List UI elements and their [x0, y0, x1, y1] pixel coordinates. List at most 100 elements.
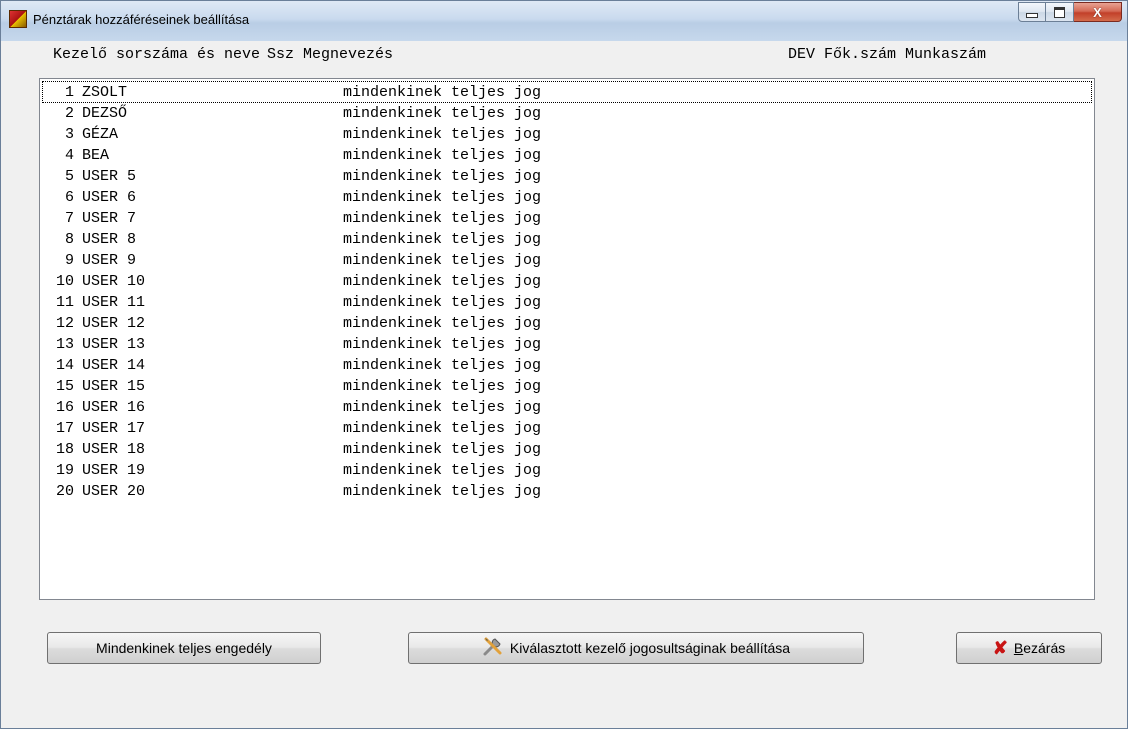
rights-description: mindenkinek teljes jog — [343, 357, 542, 374]
all-rights-button[interactable]: Mindenkinek teljes engedély — [47, 632, 321, 664]
operator-number: 11 — [55, 294, 74, 311]
list-item[interactable]: 14 USER 14 mindenkinek teljes jog — [50, 356, 541, 376]
operator-name: USER 15 — [82, 378, 146, 395]
header-operator: Kezelő sorszáma és neve — [53, 46, 261, 63]
focus-rectangle — [42, 81, 1092, 103]
list-item[interactable]: 4 BEA mindenkinek teljes jog — [50, 146, 541, 166]
close-label: Bezárás — [1013, 640, 1066, 656]
operator-number: 15 — [55, 378, 74, 395]
operator-number: 16 — [55, 399, 74, 416]
rights-description: mindenkinek teljes jog — [343, 378, 542, 395]
operator-number: 7 — [64, 210, 74, 227]
operator-name: BEA — [82, 147, 110, 164]
operator-number: 17 — [55, 420, 74, 437]
maximize-button[interactable] — [1046, 2, 1074, 22]
list-item[interactable]: 13 USER 13 mindenkinek teljes jog — [50, 335, 541, 355]
operator-name: USER 20 — [82, 483, 146, 500]
set-selected-label: Kiválasztott kezelő jogosultságinak beál… — [509, 640, 791, 656]
list-item[interactable]: 19 USER 19 mindenkinek teljes jog — [50, 461, 541, 481]
rights-description: mindenkinek teljes jog — [343, 126, 542, 143]
maximize-icon — [1054, 6, 1065, 18]
operator-number: 5 — [64, 168, 74, 185]
list-item[interactable]: 6 USER 6 mindenkinek teljes jog — [50, 188, 541, 208]
operator-list[interactable]: 1 ZSOLT mindenkinek teljes jog 2 DEZSŐ minden… — [39, 78, 1095, 600]
list-item[interactable]: 18 USER 18 mindenkinek teljes jog — [50, 440, 541, 460]
operator-number: 1 — [64, 84, 74, 101]
rights-description: mindenkinek teljes jog — [343, 336, 542, 353]
operator-number: 12 — [55, 315, 74, 332]
list-item[interactable]: 2 DEZSŐ mindenkinek teljes jog — [50, 104, 541, 124]
operator-number: 14 — [55, 357, 74, 374]
operator-name: USER 12 — [82, 315, 146, 332]
rights-description: mindenkinek teljes jog — [343, 252, 542, 269]
operator-name: USER 16 — [82, 399, 146, 416]
list-item[interactable]: 9 USER 9 mindenkinek teljes jog — [50, 251, 541, 271]
operator-number: 10 — [55, 273, 74, 290]
operator-name: USER 10 — [82, 273, 146, 290]
operator-name: USER 18 — [82, 441, 146, 458]
operator-name: USER 14 — [82, 357, 146, 374]
close-icon: X — [1093, 4, 1102, 20]
operator-number: 3 — [64, 126, 74, 143]
header-dev-account: DEV Fők.szám Munkaszám — [788, 46, 987, 63]
rights-description: mindenkinek teljes jog — [343, 273, 542, 290]
operator-name: USER 5 — [82, 168, 137, 185]
operator-name: USER 17 — [82, 420, 146, 437]
rights-description: mindenkinek teljes jog — [343, 315, 542, 332]
operator-number: 9 — [64, 252, 74, 269]
operator-name: USER 7 — [82, 210, 137, 227]
rights-description: mindenkinek teljes jog — [343, 462, 542, 479]
operator-number: 13 — [55, 336, 74, 353]
tools-icon — [482, 635, 504, 662]
operator-number: 20 — [55, 483, 74, 500]
close-button[interactable]: ✘ Bezárás — [956, 632, 1102, 664]
operator-name: GÉZA — [82, 126, 119, 143]
operator-name: DEZSŐ — [82, 105, 128, 122]
rights-description: mindenkinek teljes jog — [343, 168, 542, 185]
operator-number: 2 — [64, 105, 74, 122]
rights-description: mindenkinek teljes jog — [343, 399, 542, 416]
red-x-icon: ✘ — [992, 637, 1008, 658]
list-item[interactable]: 15 USER 15 mindenkinek teljes jog — [50, 377, 541, 397]
operator-number: 4 — [64, 147, 74, 164]
minimize-button[interactable] — [1018, 2, 1046, 22]
operator-number: 8 — [64, 231, 74, 248]
rights-description: mindenkinek teljes jog — [343, 189, 542, 206]
rights-description: mindenkinek teljes jog — [343, 420, 542, 437]
operator-name: USER 19 — [82, 462, 146, 479]
dialog-window: Pénztárak hozzáféréseinek beállítása X K… — [0, 0, 1128, 729]
list-item[interactable]: 10 USER 10 mindenkinek teljes jog — [50, 272, 541, 292]
list-item[interactable]: 3 GÉZA mindenkinek teljes jog — [50, 125, 541, 145]
title-bar[interactable]: Pénztárak hozzáféréseinek beállítása X — [1, 1, 1127, 41]
list-item[interactable]: 17 USER 17 mindenkinek teljes jog — [50, 419, 541, 439]
all-rights-label: Mindenkinek teljes engedély — [96, 640, 272, 656]
rights-description: mindenkinek teljes jog — [343, 84, 542, 101]
operator-name: USER 11 — [82, 294, 146, 311]
list-item[interactable]: 8 USER 8 mindenkinek teljes jog — [50, 230, 541, 250]
rights-description: mindenkinek teljes jog — [343, 147, 542, 164]
rights-description: mindenkinek teljes jog — [343, 105, 542, 122]
list-item[interactable]: 5 USER 5 mindenkinek teljes jog — [50, 167, 541, 187]
list-item[interactable]: 11 USER 11 mindenkinek teljes jog — [50, 293, 541, 313]
window-title: Pénztárak hozzáféréseinek beállítása — [33, 12, 250, 27]
caption-buttons: X — [1018, 2, 1122, 28]
operator-name: USER 6 — [82, 189, 137, 206]
operator-number: 19 — [55, 462, 74, 479]
close-window-button[interactable]: X — [1074, 2, 1122, 22]
operator-name: ZSOLT — [82, 84, 128, 101]
operator-number: 18 — [55, 441, 74, 458]
operator-number: 6 — [64, 189, 74, 206]
rights-description: mindenkinek teljes jog — [343, 294, 542, 311]
operator-name: USER 8 — [82, 231, 137, 248]
set-selected-button[interactable]: Kiválasztott kezelő jogosultságinak beál… — [408, 632, 864, 664]
list-item[interactable]: 7 USER 7 mindenkinek teljes jog — [50, 209, 541, 229]
header-name: Ssz Megnevezés — [267, 46, 394, 63]
operator-name: USER 9 — [82, 252, 137, 269]
operator-name: USER 13 — [82, 336, 146, 353]
list-item[interactable]: 16 USER 16 mindenkinek teljes jog — [50, 398, 541, 418]
list-item[interactable]: 12 USER 12 mindenkinek teljes jog — [50, 314, 541, 334]
rights-description: mindenkinek teljes jog — [343, 441, 542, 458]
list-item[interactable]: 20 USER 20 mindenkinek teljes jog — [50, 482, 541, 502]
list-item[interactable]: 1 ZSOLT mindenkinek teljes jog — [50, 83, 541, 103]
app-icon[interactable] — [9, 10, 27, 28]
